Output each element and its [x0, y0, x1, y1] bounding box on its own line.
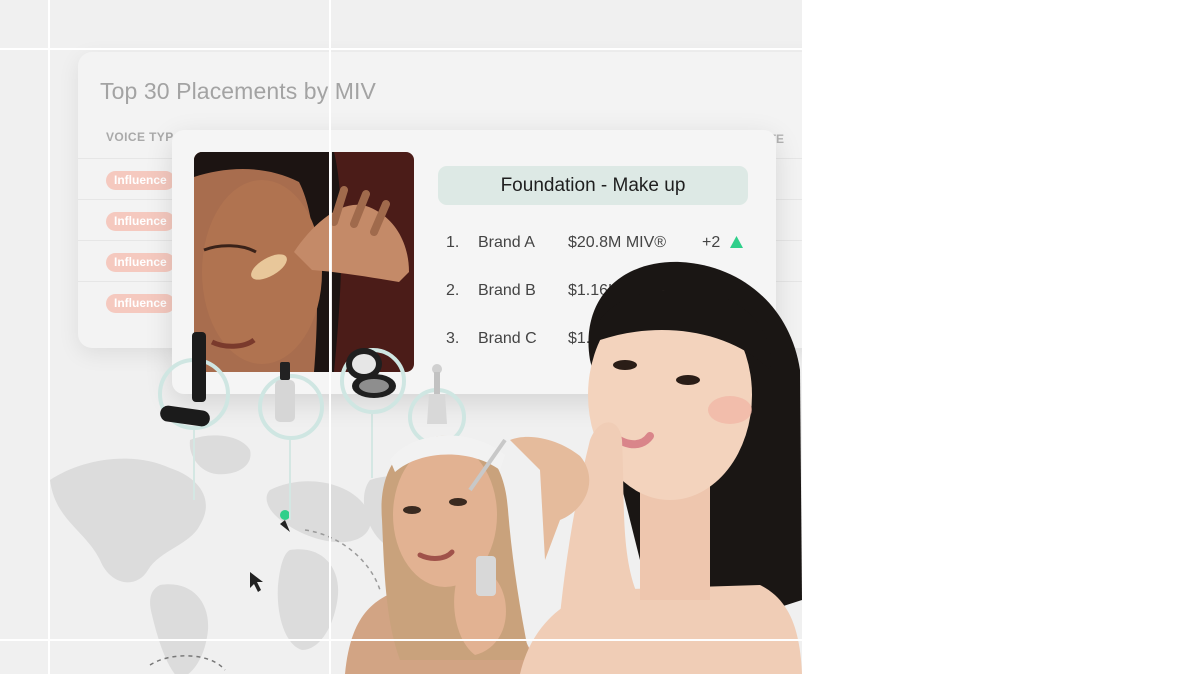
guide-line [329, 0, 331, 674]
guide-line [48, 0, 50, 674]
guide-line [0, 48, 802, 50]
model-touching-face [510, 261, 802, 674]
models-collage-image [345, 261, 802, 674]
guide-line [0, 639, 802, 641]
marketing-canvas: Top 30 Placements by MIV VOICE TYP TE In… [0, 0, 802, 674]
